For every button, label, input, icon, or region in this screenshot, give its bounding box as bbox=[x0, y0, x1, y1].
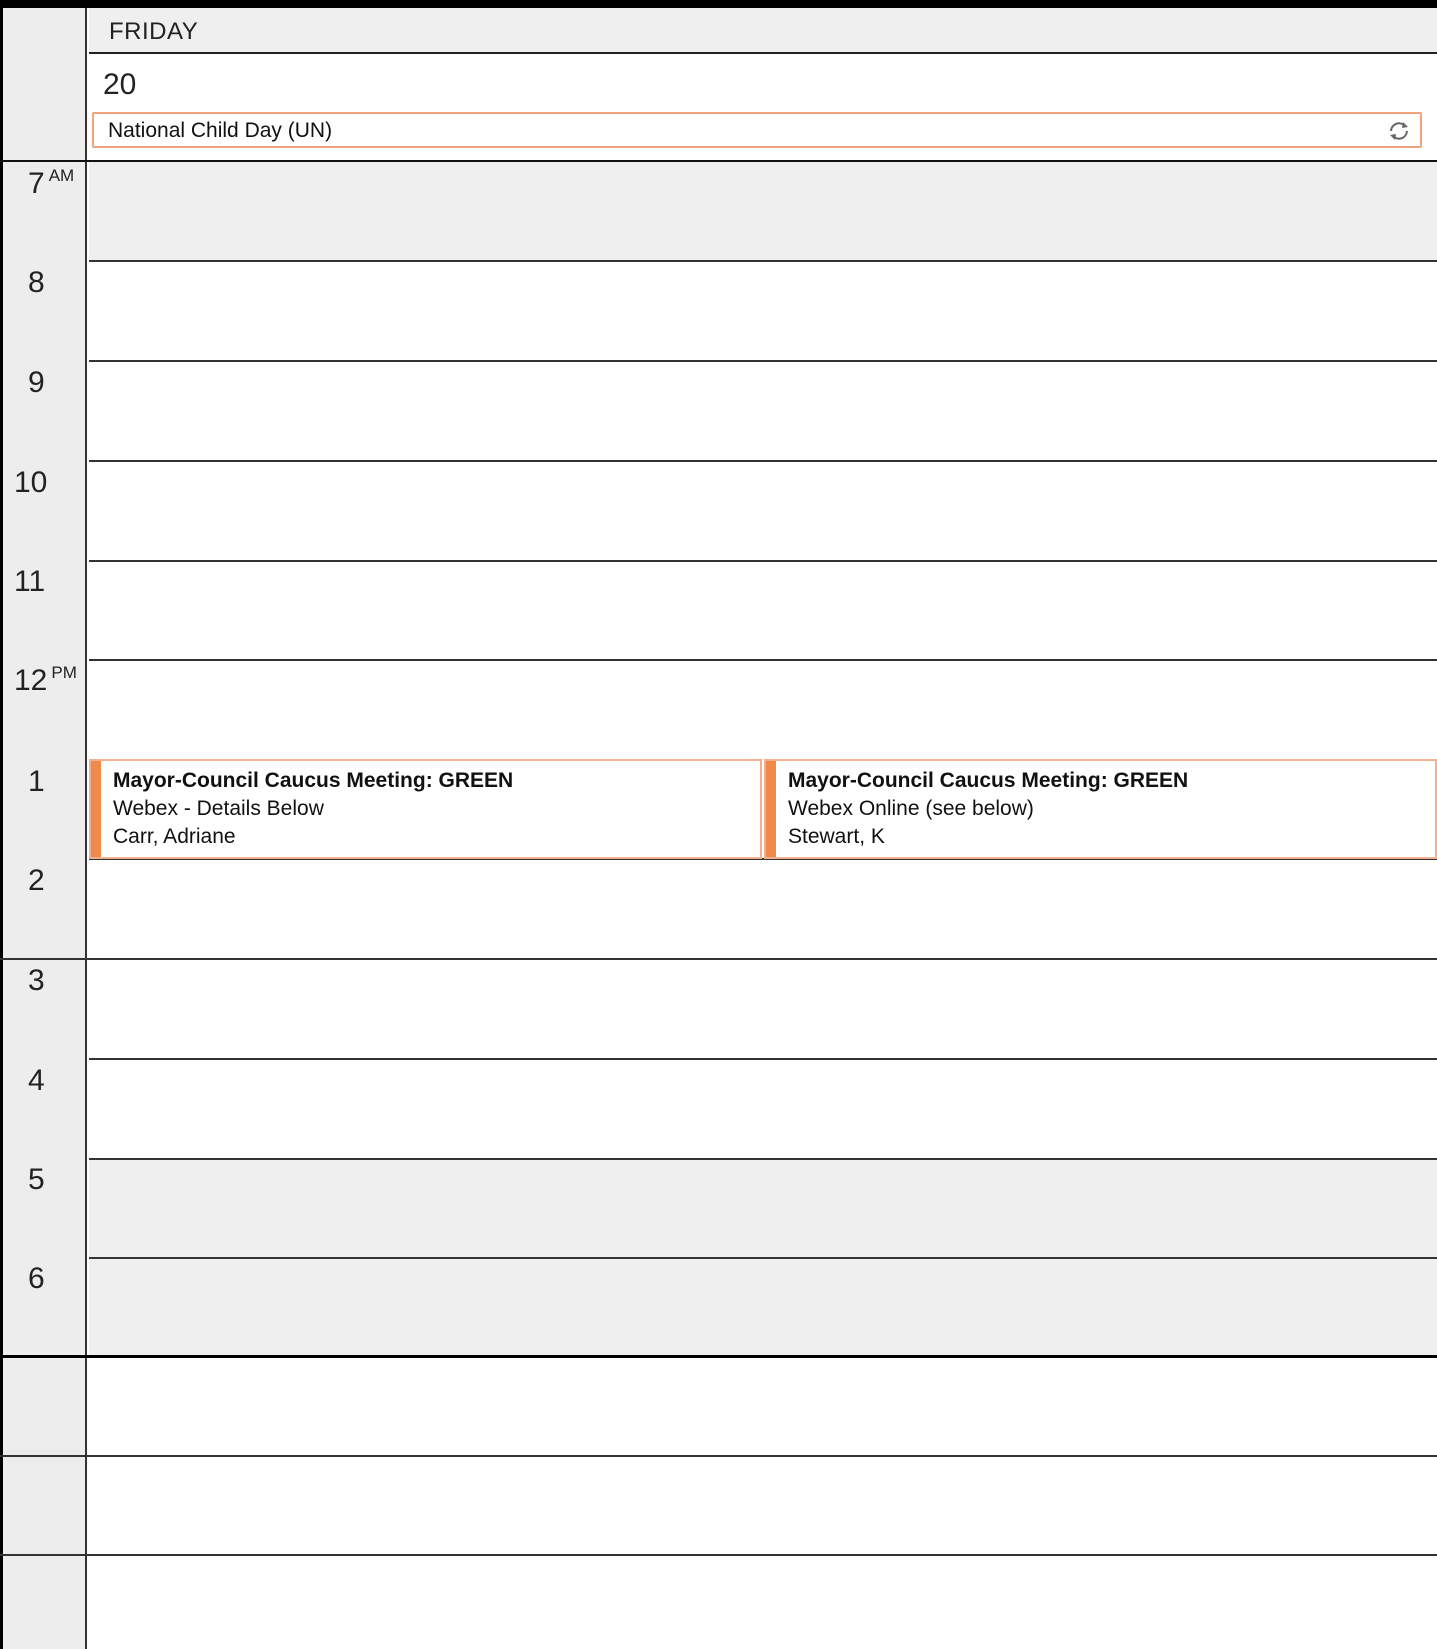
hour-slot-12pm[interactable] bbox=[89, 661, 1437, 759]
hour-label-3: 3 bbox=[28, 964, 45, 997]
event-accent-bar bbox=[766, 761, 776, 857]
time-gutter bbox=[0, 8, 87, 1649]
hour-slot-7am[interactable] bbox=[89, 162, 1437, 262]
hour-slot-6[interactable] bbox=[89, 1259, 1437, 1355]
event-organizer: Carr, Adriane bbox=[113, 825, 236, 848]
event-accent-bar bbox=[91, 761, 101, 857]
event-organizer: Stewart, K bbox=[788, 825, 885, 848]
empty-slot[interactable] bbox=[89, 1457, 1437, 1556]
hour-slot-5[interactable] bbox=[89, 1160, 1437, 1259]
calendar-event[interactable]: Mayor-Council Caucus Meeting: GREEN Webe… bbox=[89, 759, 762, 859]
hour-slot-2[interactable] bbox=[89, 860, 1437, 960]
hour-label-8: 8 bbox=[28, 266, 45, 299]
day-number[interactable]: 20 bbox=[103, 68, 136, 102]
hour-slot-8[interactable] bbox=[89, 262, 1437, 362]
all-day-event-title: National Child Day (UN) bbox=[108, 119, 333, 142]
hour-slot-9[interactable] bbox=[89, 362, 1437, 462]
gutter-divider bbox=[0, 1554, 89, 1556]
recurring-icon bbox=[1390, 122, 1408, 140]
hour-label-7: 7 AM bbox=[28, 166, 75, 200]
hour-label-5: 5 bbox=[28, 1163, 45, 1196]
hour-label-10: 10 bbox=[14, 466, 48, 499]
hour-label-12: 12 PM bbox=[14, 663, 77, 697]
hour-label-2: 2 bbox=[28, 864, 45, 897]
event-location: Webex - Details Below bbox=[113, 797, 324, 820]
event-title: Mayor-Council Caucus Meeting: GREEN bbox=[113, 769, 514, 792]
empty-slot[interactable] bbox=[89, 1358, 1437, 1457]
hour-label-9: 9 bbox=[28, 366, 45, 399]
top-border bbox=[0, 0, 1437, 8]
day-header[interactable]: FRIDAY bbox=[89, 8, 1437, 54]
hour-slot-3[interactable] bbox=[89, 960, 1437, 1060]
hour-slot-10[interactable] bbox=[89, 462, 1437, 562]
hour-label-1: 1 bbox=[28, 765, 45, 798]
all-day-event[interactable]: National Child Day (UN) bbox=[92, 112, 1422, 148]
hour-slot-11[interactable] bbox=[89, 562, 1437, 661]
event-title: Mayor-Council Caucus Meeting: GREEN bbox=[788, 769, 1189, 792]
hour-label-6: 6 bbox=[28, 1262, 45, 1295]
event-location: Webex Online (see below) bbox=[788, 797, 1034, 820]
empty-slot[interactable] bbox=[89, 1556, 1437, 1649]
gutter-divider bbox=[0, 1455, 89, 1457]
calendar-event[interactable]: Mayor-Council Caucus Meeting: GREEN Webe… bbox=[764, 759, 1437, 859]
hour-label-11: 11 bbox=[14, 565, 46, 598]
gutter-divider bbox=[0, 958, 89, 960]
day-name: FRIDAY bbox=[109, 18, 199, 45]
hour-slot-4[interactable] bbox=[89, 1060, 1437, 1160]
hour-label-4: 4 bbox=[28, 1064, 45, 1097]
